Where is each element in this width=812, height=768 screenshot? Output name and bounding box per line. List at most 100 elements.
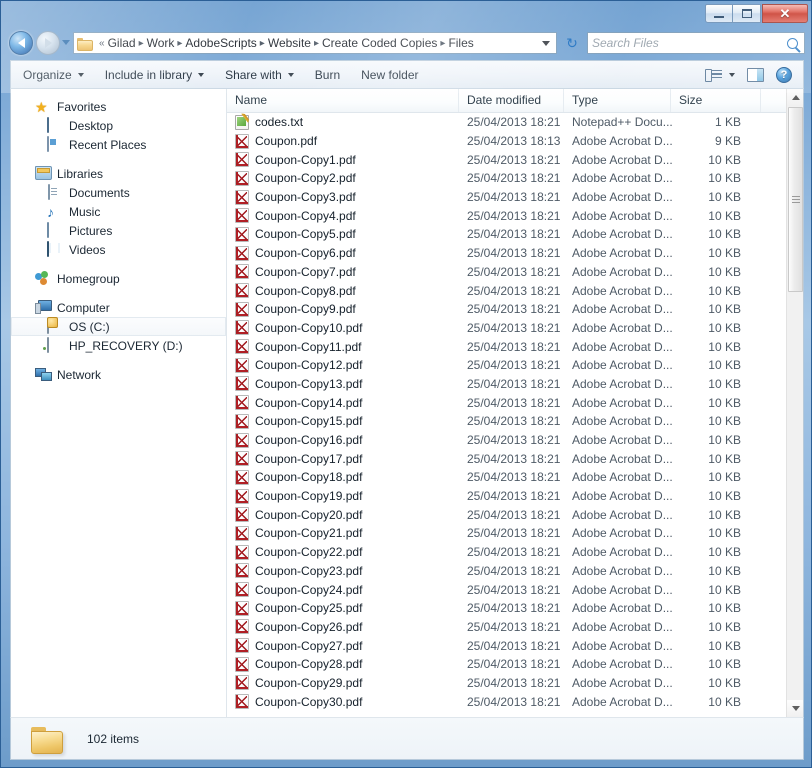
breadcrumb-item-website[interactable]: Website — [268, 36, 311, 50]
scroll-up-button[interactable] — [787, 89, 803, 106]
table-row[interactable]: Coupon-Copy24.pdf 25/04/2013 18:21 Adobe A… — [227, 580, 787, 599]
sidebar-item-pictures[interactable]: Pictures — [11, 221, 226, 240]
file-name-label: Coupon-Copy24.pdf — [255, 582, 363, 597]
table-row[interactable]: Coupon-Copy20.pdf 25/04/2013 18:21 Adobe A… — [227, 505, 787, 524]
column-header-name[interactable]: Name — [227, 89, 459, 112]
toolbar-burn-button[interactable]: Burn — [306, 63, 349, 86]
table-row[interactable]: Coupon-Copy4.pdf 25/04/2013 18:21 Adobe Ac… — [227, 206, 787, 225]
preview-pane-button[interactable] — [741, 67, 770, 82]
file-type-cell: Adobe Acrobat D... — [572, 675, 673, 690]
sidebar-item-desktop[interactable]: Desktop — [11, 116, 226, 135]
table-row[interactable]: Coupon-Copy14.pdf 25/04/2013 18:21 Adobe A… — [227, 393, 787, 412]
chevron-down-icon[interactable] — [542, 40, 550, 46]
sidebar-item-music[interactable]: ♪ Music — [11, 202, 226, 221]
address-field[interactable]: «Gilad ▸ Work ▸ AdobeScripts ▸ Website ▸ Create … — [73, 32, 557, 54]
sidebar-item-label: Libraries — [57, 166, 104, 181]
toolbar-right-group: ? — [701, 66, 803, 83]
pdf-file-icon — [235, 264, 249, 280]
sidebar-item-libraries[interactable]: Libraries — [11, 164, 226, 183]
breadcrumb-separator-icon[interactable]: ▸ — [139, 38, 144, 49]
sidebar-item-label: Network — [57, 367, 102, 382]
file-name-label: Coupon-Copy3.pdf — [255, 190, 356, 205]
file-name-cell: Coupon-Copy19.pdf — [235, 488, 362, 504]
table-row[interactable]: Coupon-Copy6.pdf 25/04/2013 18:21 Adobe Ac… — [227, 244, 787, 263]
table-row[interactable]: Coupon-Copy7.pdf 25/04/2013 18:21 Adobe Ac… — [227, 263, 787, 282]
back-button[interactable] — [9, 31, 33, 55]
toolbar-organize-button[interactable]: Organize — [14, 63, 93, 86]
table-row[interactable]: codes.txt 25/04/2013 18:21 Notepad++ Docu.… — [227, 113, 787, 132]
maximize-button[interactable] — [733, 4, 761, 23]
search-box[interactable]: Search Files — [587, 32, 805, 54]
file-name-cell: Coupon-Copy9.pdf — [235, 301, 356, 317]
toolbar-new-folder-button[interactable]: New folder — [352, 63, 427, 86]
table-row[interactable]: Coupon-Copy30.pdf 25/04/2013 18:21 Adobe A… — [227, 692, 787, 711]
table-row[interactable]: Coupon-Copy25.pdf 25/04/2013 18:21 Adobe A… — [227, 599, 787, 618]
table-row[interactable]: Coupon-Copy28.pdf 25/04/2013 18:21 Adobe A… — [227, 655, 787, 674]
table-row[interactable]: Coupon-Copy5.pdf 25/04/2013 18:21 Adobe Ac… — [227, 225, 787, 244]
table-row[interactable]: Coupon-Copy27.pdf 25/04/2013 18:21 Adobe A… — [227, 636, 787, 655]
scrollbar-thumb[interactable] — [788, 107, 803, 292]
table-row[interactable]: Coupon-Copy23.pdf 25/04/2013 18:21 Adobe A… — [227, 562, 787, 581]
breadcrumb-overflow-icon[interactable]: « — [99, 38, 105, 49]
view-dropdown-icon[interactable] — [729, 72, 735, 77]
table-row[interactable]: Coupon-Copy29.pdf 25/04/2013 18:21 Adobe A… — [227, 674, 787, 693]
breadcrumb-separator-icon[interactable]: ▸ — [440, 38, 445, 49]
minimize-button[interactable] — [705, 4, 733, 23]
table-row[interactable]: Coupon-Copy11.pdf 25/04/2013 18:21 Adobe A… — [227, 337, 787, 356]
search-input[interactable]: Search Files — [592, 36, 787, 50]
file-date-cell: 25/04/2013 18:21 — [467, 470, 561, 485]
breadcrumb-separator-icon[interactable]: ▸ — [314, 38, 319, 49]
column-header-date[interactable]: Date modified — [459, 89, 564, 112]
table-row[interactable]: Coupon-Copy17.pdf 25/04/2013 18:21 Adobe A… — [227, 449, 787, 468]
sidebar-item-hp-recovery-d[interactable]: HP_RECOVERY (D:) — [11, 336, 226, 355]
recent-pages-dropdown-icon[interactable] — [62, 40, 70, 45]
table-row[interactable]: Coupon-Copy15.pdf 25/04/2013 18:21 Adobe A… — [227, 412, 787, 431]
help-button[interactable]: ? — [772, 66, 796, 83]
breadcrumb-separator-icon[interactable]: ▸ — [260, 38, 265, 49]
scroll-down-button[interactable] — [787, 700, 803, 717]
breadcrumb-item-adobescripts[interactable]: AdobeScripts — [185, 36, 256, 50]
table-row[interactable]: Coupon-Copy18.pdf 25/04/2013 18:21 Adobe A… — [227, 468, 787, 487]
column-header-type[interactable]: Type — [564, 89, 671, 112]
text-file-icon — [235, 114, 249, 130]
table-row[interactable]: Coupon-Copy9.pdf 25/04/2013 18:21 Adobe Ac… — [227, 300, 787, 319]
table-row[interactable]: Coupon-Copy12.pdf 25/04/2013 18:21 Adobe A… — [227, 356, 787, 375]
table-row[interactable]: Coupon-Copy19.pdf 25/04/2013 18:21 Adobe A… — [227, 487, 787, 506]
sidebar-item-computer[interactable]: Computer — [11, 298, 226, 317]
table-row[interactable]: Coupon-Copy10.pdf 25/04/2013 18:21 Adobe A… — [227, 319, 787, 338]
breadcrumb-item-create-coded-copies[interactable]: Create Coded Copies — [322, 36, 437, 50]
column-header-size[interactable]: Size — [671, 89, 761, 112]
toolbar-include-in-library-button[interactable]: Include in library — [96, 63, 213, 86]
breadcrumb-separator-icon[interactable]: ▸ — [177, 38, 182, 49]
sidebar-item-videos[interactable]: Videos — [11, 240, 226, 259]
toolbar-share-with-button[interactable]: Share with — [216, 63, 303, 86]
table-row[interactable]: Coupon-Copy13.pdf 25/04/2013 18:21 Adobe A… — [227, 375, 787, 394]
table-row[interactable]: Coupon-Copy26.pdf 25/04/2013 18:21 Adobe A… — [227, 618, 787, 637]
sidebar-item-network[interactable]: Network — [11, 365, 226, 384]
close-button[interactable]: ✕ — [762, 4, 808, 23]
sidebar-item-documents[interactable]: Documents — [11, 183, 226, 202]
file-size-cell: 10 KB — [708, 190, 741, 205]
change-view-button[interactable] — [701, 68, 739, 82]
refresh-button[interactable]: ↻ — [562, 33, 582, 53]
sidebar-item-favorites[interactable]: ★ Favorites — [11, 97, 226, 116]
table-row[interactable]: Coupon-Copy1.pdf 25/04/2013 18:21 Adobe Ac… — [227, 150, 787, 169]
breadcrumb-item-work[interactable]: Work — [147, 36, 175, 50]
file-date-cell: 25/04/2013 18:21 — [467, 619, 561, 634]
table-row[interactable]: Coupon-Copy3.pdf 25/04/2013 18:21 Adobe Ac… — [227, 188, 787, 207]
table-row[interactable]: Coupon-Copy2.pdf 25/04/2013 18:21 Adobe Ac… — [227, 169, 787, 188]
table-row[interactable]: Coupon-Copy22.pdf 25/04/2013 18:21 Adobe A… — [227, 543, 787, 562]
table-row[interactable]: Coupon-Copy21.pdf 25/04/2013 18:21 Adobe A… — [227, 524, 787, 543]
forward-button[interactable] — [36, 31, 60, 55]
table-row[interactable]: Coupon.pdf 25/04/2013 18:13 Adobe Acrobat … — [227, 132, 787, 151]
table-row[interactable]: Coupon-Copy8.pdf 25/04/2013 18:21 Adobe Ac… — [227, 281, 787, 300]
sidebar-item-recent-places[interactable]: Recent Places — [11, 135, 226, 154]
table-row[interactable]: Coupon-Copy16.pdf 25/04/2013 18:21 Adobe A… — [227, 431, 787, 450]
breadcrumb-item-gilad[interactable]: Gilad — [108, 36, 136, 50]
sidebar-item-os-c[interactable]: OS (C:) — [11, 317, 226, 336]
breadcrumb-item-files[interactable]: Files — [448, 36, 473, 50]
vertical-scrollbar[interactable] — [786, 89, 803, 717]
file-size-cell: 10 KB — [708, 339, 741, 354]
sidebar-item-homegroup[interactable]: Homegroup — [11, 269, 226, 288]
file-type-cell: Adobe Acrobat D... — [572, 134, 673, 149]
